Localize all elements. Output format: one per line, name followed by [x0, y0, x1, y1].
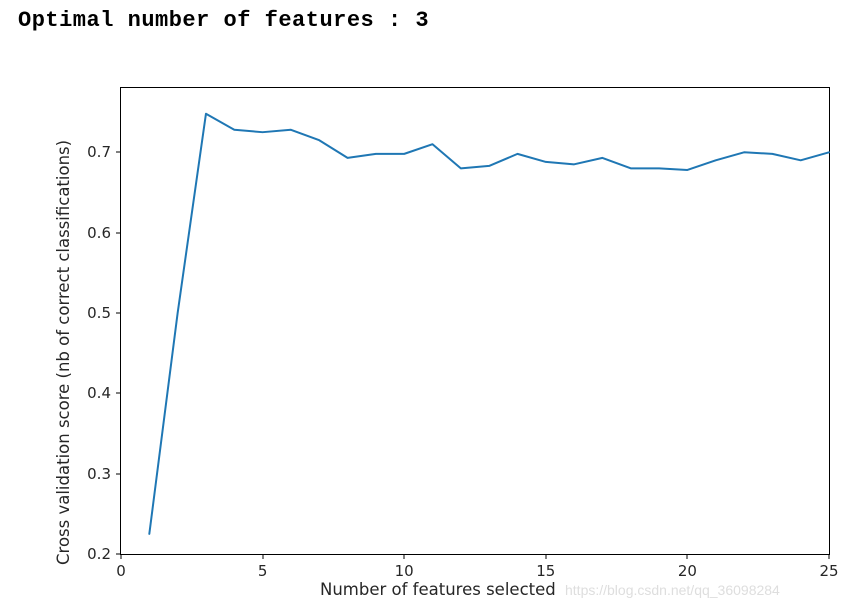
chart-area: Cross validation score (nb of correct cl… [30, 55, 840, 605]
y-tick-label: 0.2 [87, 545, 111, 563]
y-tick-mark [116, 473, 121, 474]
y-axis-label: Cross validation score (nb of correct cl… [54, 140, 73, 565]
y-tick-label: 0.7 [87, 143, 111, 161]
x-axis-label: Number of features selected [320, 580, 556, 599]
y-tick-label: 0.3 [87, 465, 111, 483]
plot-box: 0.20.30.40.50.60.70510152025 [120, 87, 830, 555]
line-plot [121, 88, 829, 554]
x-tick-label: 25 [819, 562, 838, 580]
watermark-text: https://blog.csdn.net/qq_36098284 [565, 582, 780, 598]
x-tick-label: 0 [116, 562, 126, 580]
y-tick-mark [116, 152, 121, 153]
x-tick-mark [262, 554, 263, 559]
y-tick-mark [116, 232, 121, 233]
data-line [149, 114, 829, 534]
y-tick-label: 0.4 [87, 384, 111, 402]
x-tick-mark [404, 554, 405, 559]
x-tick-mark [121, 554, 122, 559]
x-tick-mark [687, 554, 688, 559]
header-text: Optimal number of features : 3 [0, 0, 852, 41]
y-tick-label: 0.5 [87, 304, 111, 322]
y-tick-mark [116, 312, 121, 313]
y-tick-label: 0.6 [87, 224, 111, 242]
y-tick-mark [116, 393, 121, 394]
x-tick-label: 5 [258, 562, 268, 580]
x-tick-label: 10 [395, 562, 414, 580]
x-tick-label: 15 [536, 562, 555, 580]
x-tick-label: 20 [678, 562, 697, 580]
x-tick-mark [545, 554, 546, 559]
x-tick-mark [829, 554, 830, 559]
